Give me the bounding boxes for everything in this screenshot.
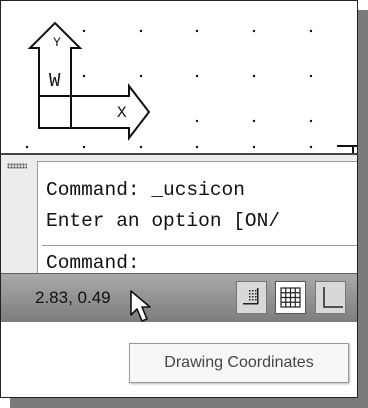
ortho-mode-button[interactable] <box>315 281 346 314</box>
command-history-line: Command: _ucsicon <box>46 179 245 201</box>
snap-mode-icon <box>243 288 259 305</box>
ucs-y-label: Y <box>53 35 61 50</box>
command-window: Command: _ucsicon Enter an option [ON/ C… <box>1 153 357 274</box>
command-input[interactable]: Command: <box>46 252 140 274</box>
drag-grip-icon[interactable] <box>7 163 27 169</box>
command-separator <box>42 245 357 246</box>
drawing-area[interactable]: Y W X <box>1 1 357 153</box>
mouse-pointer-icon <box>130 290 151 322</box>
command-history[interactable]: Command: _ucsicon Enter an option [ON/ C… <box>37 161 357 274</box>
ucs-x-label: X <box>117 104 127 122</box>
command-history-line: Enter an option [ON/ <box>46 210 281 232</box>
tooltip: Drawing Coordinates <box>129 343 349 383</box>
drawing-coordinates[interactable]: 2.83, 0.49 <box>35 288 111 308</box>
window-shadow <box>10 398 368 408</box>
ucs-w-label: W <box>49 70 61 92</box>
drawing-canvas: Y W X <box>25 21 357 153</box>
ucs-icon <box>27 21 357 153</box>
status-bar: 2.83, 0.49 <box>1 273 357 322</box>
autocad-window: Y W X Command: _ucsicon Enter an option … <box>0 0 358 398</box>
window-shadow <box>358 10 368 408</box>
snap-mode-button[interactable] <box>236 281 267 314</box>
grid-display-icon <box>280 287 301 308</box>
grid-display-button[interactable] <box>275 281 306 314</box>
ortho-mode-icon <box>323 287 343 308</box>
